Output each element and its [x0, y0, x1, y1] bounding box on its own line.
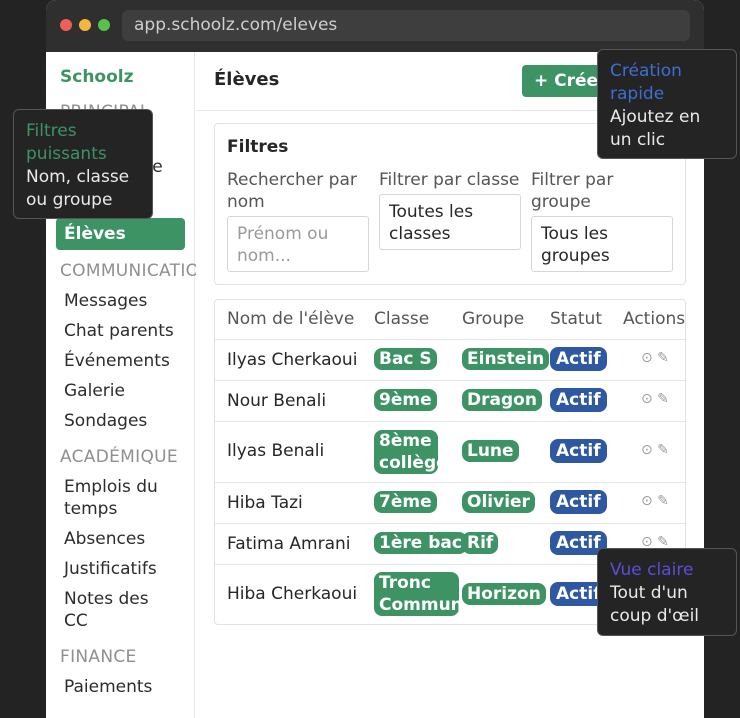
- sidebar-item-paiements[interactable]: Paiements: [64, 676, 152, 698]
- url-bar[interactable]: app.schoolz.com/eleves: [122, 10, 690, 41]
- class-badge: 8ème collège: [374, 430, 448, 474]
- column-header-groupe[interactable]: Groupe: [462, 309, 524, 329]
- table-row[interactable]: Ilyas Benali 8ème collège Lune Actif ⊙ ✎: [215, 421, 685, 482]
- class-filter-label: Filtrer par classe: [379, 170, 520, 190]
- status-badge: Actif: [550, 490, 607, 514]
- student-name: Hiba Tazi: [227, 493, 303, 513]
- class-badge: 1ère bac: [374, 532, 467, 554]
- student-name: Nour Benali: [227, 391, 327, 411]
- close-window-button[interactable]: [60, 19, 72, 31]
- sidebar-item-justificatifs[interactable]: Justificatifs: [64, 558, 157, 580]
- row-actions-icons[interactable]: ⊙ ✎: [641, 391, 669, 407]
- sidebar-item-notes-des-cc[interactable]: Notes des CC: [64, 588, 164, 632]
- row-actions-icons[interactable]: ⊙ ✎: [641, 350, 669, 366]
- student-name: Ilyas Cherkaoui: [227, 350, 358, 370]
- group-badge: Rif: [462, 532, 499, 554]
- tooltip-create: Création rapide Ajoutez en un clic: [597, 49, 737, 159]
- tooltip-create-body: Ajoutez en un clic: [610, 107, 701, 150]
- page-title: Élèves: [214, 69, 280, 90]
- class-filter-select[interactable]: Toutes les classes: [379, 194, 521, 250]
- section-communication: COMMUNICATION: [60, 261, 213, 281]
- sidebar-item-messages[interactable]: Messages: [64, 290, 147, 312]
- tooltip-filters-title: Filtres puissants: [26, 121, 107, 164]
- maximize-window-button[interactable]: [98, 19, 110, 31]
- title-bar: app.schoolz.com/eleves: [46, 0, 704, 52]
- section-academique: ACADÉMIQUE: [60, 447, 178, 467]
- table-row[interactable]: Nour Benali 9ème Dragon Actif ⊙ ✎: [215, 380, 685, 421]
- student-name: Fatima Amrani: [227, 534, 351, 554]
- section-finance: FINANCE: [60, 647, 137, 667]
- search-input[interactable]: Prénom ou nom...: [227, 216, 369, 272]
- student-name: Ilyas Benali: [227, 441, 325, 461]
- sidebar-item-evenements[interactable]: Événements: [64, 350, 170, 372]
- column-header-actions: Actions: [623, 309, 686, 329]
- status-badge: Actif: [550, 347, 607, 371]
- group-filter-label: Filtrer par groupe: [531, 170, 614, 212]
- sidebar-item-eleves[interactable]: Élèves: [56, 218, 185, 250]
- table-row[interactable]: Hiba Tazi 7ème Olivier Actif ⊙ ✎: [215, 482, 685, 523]
- group-badge: Horizon: [462, 583, 546, 605]
- tooltip-create-title: Création rapide: [610, 61, 682, 104]
- minimize-window-button[interactable]: [79, 19, 91, 31]
- group-badge: Einstein: [462, 348, 550, 370]
- sidebar-item-sondages[interactable]: Sondages: [64, 410, 147, 432]
- row-actions-icons[interactable]: ⊙ ✎: [641, 493, 669, 509]
- table-row[interactable]: Ilyas Cherkaoui Bac S Einstein Actif ⊙ ✎: [215, 339, 685, 380]
- search-label: Rechercher par nom: [227, 170, 357, 212]
- tooltip-filters: Filtres puissants Nom, classe ou groupe: [13, 109, 153, 219]
- student-name: Hiba Cherkaoui: [227, 584, 358, 604]
- tooltip-view: Vue claire Tout d'un coup d'œil: [597, 548, 737, 636]
- status-badge: Actif: [550, 439, 607, 463]
- group-badge: Lune: [462, 440, 519, 462]
- status-badge: Actif: [550, 388, 607, 412]
- class-badge: 7ème: [374, 491, 437, 513]
- group-badge: Olivier: [462, 491, 535, 513]
- group-filter-select[interactable]: Tous les groupes: [531, 216, 673, 272]
- class-badge: Tronc Commun: [374, 572, 463, 616]
- column-header-statut[interactable]: Statut: [550, 309, 602, 329]
- class-badge: 9ème: [374, 389, 437, 411]
- column-header-nom[interactable]: Nom de l'élève: [227, 309, 354, 329]
- sidebar-item-galerie[interactable]: Galerie: [64, 380, 125, 402]
- class-badge: Bac S: [374, 348, 437, 370]
- group-badge: Dragon: [462, 389, 542, 411]
- filters-title: Filtres: [227, 137, 289, 157]
- tooltip-view-title: Vue claire: [610, 560, 694, 580]
- tooltip-view-body: Tout d'un coup d'œil: [610, 583, 700, 626]
- tooltip-filters-body: Nom, classe ou groupe: [26, 167, 130, 210]
- brand-logo[interactable]: Schoolz: [60, 67, 134, 87]
- row-actions-icons[interactable]: ⊙ ✎: [641, 442, 669, 458]
- column-header-classe[interactable]: Classe: [374, 309, 429, 329]
- sidebar-item-chat-parents[interactable]: Chat parents: [64, 320, 174, 342]
- sidebar-item-absences[interactable]: Absences: [64, 528, 145, 550]
- sidebar-item-emplois-du-temps[interactable]: Emplois du temps: [64, 476, 174, 520]
